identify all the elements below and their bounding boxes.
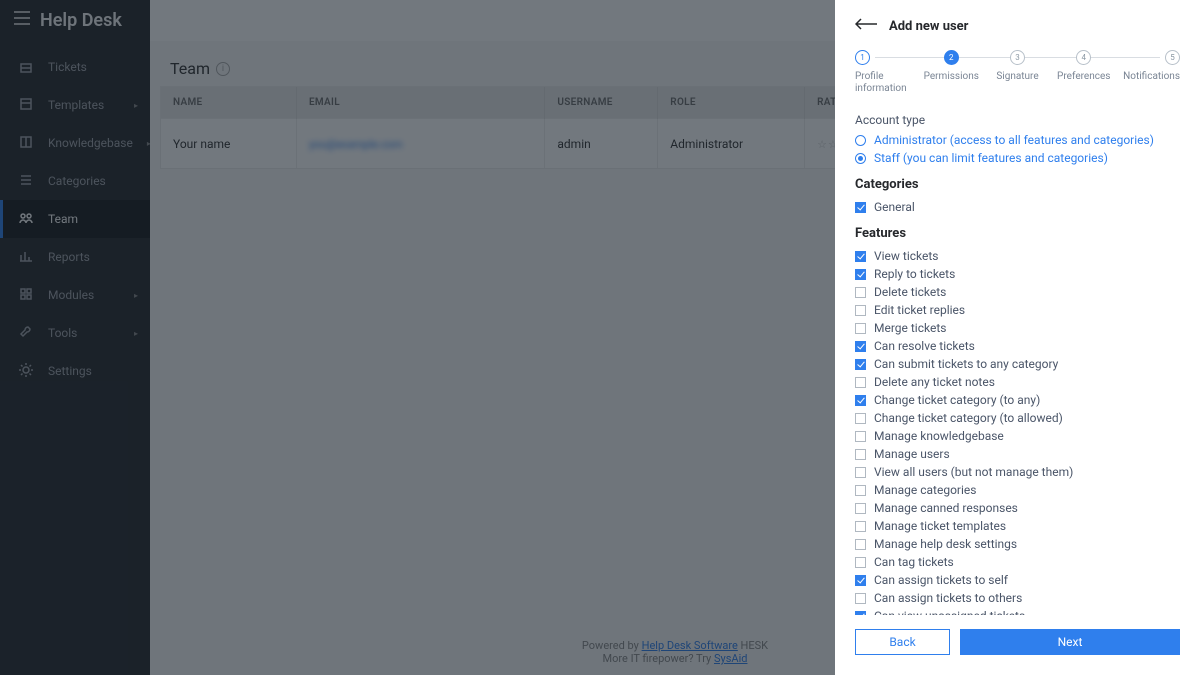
checkbox-icon — [855, 503, 866, 514]
checkbox-icon — [855, 449, 866, 460]
checkbox-icon — [855, 539, 866, 550]
checkbox-icon — [855, 431, 866, 442]
checkbox-icon — [855, 593, 866, 604]
checkbox-icon — [855, 305, 866, 316]
checkbox-icon — [855, 251, 866, 262]
feature-checkbox[interactable]: Can submit tickets to any category — [855, 357, 1180, 371]
feature-checkbox[interactable]: Manage canned responses — [855, 501, 1180, 515]
step-permissions[interactable]: 2Permissions — [921, 50, 981, 83]
feature-checkbox[interactable]: View all users (but not manage them) — [855, 465, 1180, 479]
feature-checkbox[interactable]: Manage help desk settings — [855, 537, 1180, 551]
features-heading: Features — [855, 226, 1180, 241]
feature-checkbox[interactable]: Delete tickets — [855, 285, 1180, 299]
radio-icon — [855, 135, 866, 146]
category-checkbox[interactable]: General — [855, 200, 1180, 214]
back-arrow-icon[interactable] — [855, 18, 877, 34]
feature-checkbox[interactable]: View tickets — [855, 249, 1180, 263]
feature-checkbox[interactable]: Change ticket category (to any) — [855, 393, 1180, 407]
checkbox-icon — [855, 341, 866, 352]
feature-checkbox[interactable]: Manage ticket templates — [855, 519, 1180, 533]
feature-checkbox[interactable]: Reply to tickets — [855, 267, 1180, 281]
feature-checkbox[interactable]: Can tag tickets — [855, 555, 1180, 569]
step-preferences[interactable]: 4Preferences — [1054, 50, 1114, 83]
feature-checkbox[interactable]: Can assign tickets to others — [855, 591, 1180, 605]
checkbox-icon — [855, 287, 866, 298]
checkbox-icon — [855, 575, 866, 586]
radio-icon — [855, 153, 866, 164]
checkbox-icon — [855, 467, 866, 478]
checkbox-icon — [855, 202, 866, 213]
step-profile-information[interactable]: 1Profile information — [855, 50, 915, 95]
checkbox-icon — [855, 485, 866, 496]
back-button[interactable]: Back — [855, 629, 950, 655]
checkbox-icon — [855, 377, 866, 388]
checkbox-icon — [855, 395, 866, 406]
checkbox-icon — [855, 611, 866, 616]
feature-checkbox[interactable]: Can assign tickets to self — [855, 573, 1180, 587]
feature-checkbox[interactable]: Manage knowledgebase — [855, 429, 1180, 443]
feature-checkbox[interactable]: Merge tickets — [855, 321, 1180, 335]
step-signature[interactable]: 3Signature — [988, 50, 1048, 83]
account-type-radio[interactable]: Staff (you can limit features and catego… — [855, 151, 1180, 165]
next-button[interactable]: Next — [960, 629, 1180, 655]
account-type-label: Account type — [855, 113, 1180, 127]
checkbox-icon — [855, 323, 866, 334]
checkbox-icon — [855, 521, 866, 532]
account-type-radio[interactable]: Administrator (access to all features an… — [855, 133, 1180, 147]
checkbox-icon — [855, 359, 866, 370]
feature-checkbox[interactable]: Edit ticket replies — [855, 303, 1180, 317]
checkbox-icon — [855, 413, 866, 424]
feature-checkbox[interactable]: Change ticket category (to allowed) — [855, 411, 1180, 425]
feature-checkbox[interactable]: Manage categories — [855, 483, 1180, 497]
add-user-panel: Add new user 1Profile information2Permis… — [835, 0, 1200, 675]
categories-heading: Categories — [855, 177, 1180, 192]
step-notifications[interactable]: 5Notifications — [1120, 50, 1180, 83]
feature-checkbox[interactable]: Manage users — [855, 447, 1180, 461]
panel-title: Add new user — [889, 19, 968, 34]
feature-checkbox[interactable]: Delete any ticket notes — [855, 375, 1180, 389]
checkbox-icon — [855, 557, 866, 568]
feature-checkbox[interactable]: Can resolve tickets — [855, 339, 1180, 353]
checkbox-icon — [855, 269, 866, 280]
